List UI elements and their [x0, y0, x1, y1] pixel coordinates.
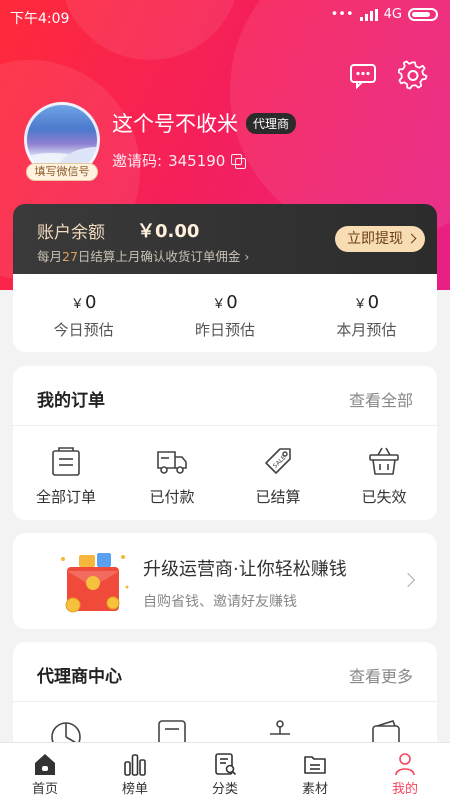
my-orders-card: 我的订单 查看全部 全部订单 已付款 SALE 已结算 已失效 [13, 366, 437, 520]
home-icon [35, 754, 55, 775]
settlement-note[interactable]: 每月27日结算上月确认收货订单佣金 › [37, 246, 249, 265]
promo-subtitle: 自购省钱、邀请好友赚钱 [143, 594, 297, 610]
agent-center-title: 代理商中心 [37, 667, 122, 687]
order-paid[interactable]: 已付款 [119, 426, 225, 520]
chart-icon [124, 754, 146, 776]
estimate-yesterday[interactable]: ￥0 昨日预估 [154, 274, 295, 352]
message-icon[interactable] [348, 60, 378, 90]
view-more-link[interactable]: 查看更多 [349, 663, 413, 687]
invite-code: 345190 [168, 151, 226, 170]
tab-category[interactable]: 分类 [180, 743, 270, 800]
battery-icon [408, 8, 438, 21]
estimates-panel: ￥0 今日预估 ￥0 昨日预估 ￥0 本月预估 [13, 274, 437, 352]
estimate-today[interactable]: ￥0 今日预估 [13, 274, 154, 352]
tab-mine[interactable]: 我的 [360, 743, 450, 800]
category-icon [215, 753, 237, 776]
red-envelope-icon [61, 553, 129, 613]
order-settled[interactable]: SALE 已结算 [225, 426, 331, 520]
chevron-right-icon [400, 572, 416, 588]
tab-home[interactable]: 首页 [0, 743, 90, 800]
promo-title: 升级运营商·让你轻松赚钱 [143, 559, 347, 580]
gear-icon[interactable] [398, 60, 428, 90]
estimate-month[interactable]: ￥0 本月预估 [296, 274, 437, 352]
network-type: 4G [383, 7, 402, 22]
balance-panel: 账户余额 ￥0.00 每月27日结算上月确认收货订单佣金 › 立即提现 [13, 204, 437, 274]
more-dots-icon: ••• [330, 7, 354, 22]
view-all-orders-link[interactable]: 查看全部 [349, 387, 413, 411]
basket-icon [369, 447, 399, 475]
signal-icon [359, 8, 378, 21]
status-bar: 下午4:09 ••• 4G [0, 0, 450, 32]
nickname: 这个号不收米 [112, 112, 238, 136]
order-all[interactable]: 全部订单 [13, 426, 119, 520]
invite-code-row[interactable]: 邀请码: 345190 [112, 150, 247, 171]
person-icon [395, 753, 415, 776]
tab-ranking[interactable]: 榜单 [90, 743, 180, 800]
invite-label: 邀请码: [112, 152, 163, 170]
truck-icon [157, 451, 187, 474]
upgrade-promo-banner[interactable]: 升级运营商·让你轻松赚钱 自购省钱、邀请好友赚钱 [13, 533, 437, 629]
order-list-icon [52, 447, 80, 476]
balance-amount: ￥0.00 [137, 221, 200, 242]
fill-wechat-badge[interactable]: 填写微信号 [26, 163, 98, 181]
bottom-tab-bar: 首页 榜单 分类 素材 我的 [0, 742, 450, 800]
orders-title: 我的订单 [37, 391, 105, 411]
balance-label: 账户余额 [37, 223, 105, 243]
sale-tag-icon: SALE [265, 448, 291, 474]
withdraw-button[interactable]: 立即提现 [335, 226, 425, 252]
folder-icon [304, 756, 326, 774]
tab-materials[interactable]: 素材 [270, 743, 360, 800]
order-invalid[interactable]: 已失效 [331, 426, 437, 520]
copy-icon[interactable] [231, 154, 247, 169]
status-time: 下午4:09 [10, 11, 70, 27]
role-badge: 代理商 [246, 113, 297, 134]
